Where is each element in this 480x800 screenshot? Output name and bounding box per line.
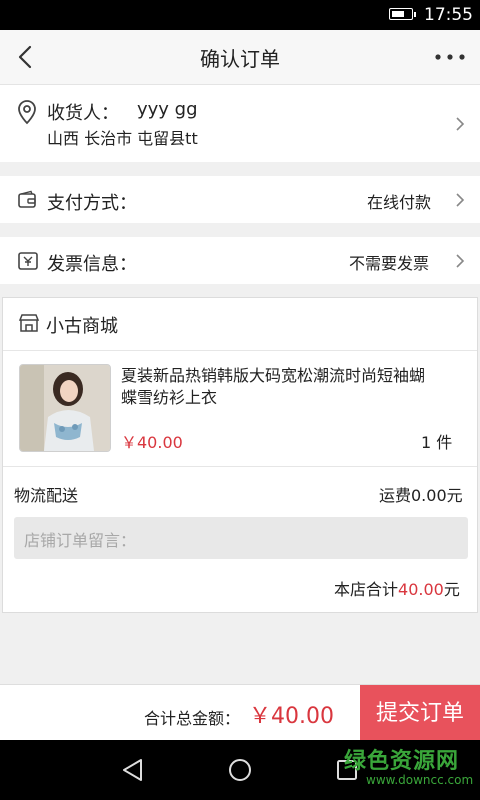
recipient-label: 收货人： <box>47 99 119 125</box>
payment-label: 支付方式： <box>47 189 137 215</box>
recipient-address: 山西 长治市 屯留县tt <box>47 125 198 149</box>
invoice-info-row[interactable]: 发票信息： 不需要发票 <box>0 237 480 284</box>
product-image <box>20 365 110 451</box>
product-title-line2[interactable]: 蝶雪纺衫上衣 <box>121 384 217 408</box>
checkout-bar: 合计总金额： ￥40.00 提交订单 <box>0 684 480 740</box>
payment-value: 在线付款 <box>367 189 431 213</box>
shipping-fee: 运费0.00元 <box>379 482 463 506</box>
subtotal-value: 40.00 <box>398 580 444 599</box>
total-label: 合计总金额： <box>144 705 240 729</box>
wallet-icon <box>17 190 37 210</box>
nav-back-icon[interactable] <box>120 757 146 783</box>
chevron-right-icon <box>454 115 466 133</box>
status-bar: 17:55 <box>0 0 480 30</box>
payment-method-row[interactable]: 支付方式： 在线付款 <box>0 176 480 223</box>
watermark-url: www.downcc.com <box>366 773 473 787</box>
chevron-right-icon <box>454 191 466 209</box>
order-note-input[interactable]: 店铺订单留言： <box>14 517 468 559</box>
watermark-title: 绿色资源网 <box>344 743 459 775</box>
shipping-label: 物流配送 <box>14 482 78 506</box>
recipient-name: yyy gg <box>137 99 198 120</box>
store-icon <box>18 313 40 333</box>
subtotal-label: 本店合计 <box>334 580 398 599</box>
subtotal-unit: 元 <box>444 580 460 599</box>
location-pin-icon <box>17 99 37 125</box>
invoice-icon <box>17 250 39 272</box>
divider <box>3 350 477 351</box>
nav-home-icon[interactable] <box>227 757 253 783</box>
page-title: 确认订单 <box>0 43 480 72</box>
battery-icon <box>389 8 413 20</box>
product-title-line1[interactable]: 夏装新品热销韩版大码宽松潮流时尚短袖蝴 <box>121 362 425 386</box>
product-price: ￥40.00 <box>121 429 183 453</box>
more-dots-icon[interactable] <box>432 44 468 70</box>
submit-order-button[interactable]: 提交订单 <box>360 685 480 741</box>
invoice-label: 发票信息： <box>47 250 137 276</box>
product-quantity: 1 件 <box>421 429 452 453</box>
status-time: 17:55 <box>424 5 473 25</box>
chevron-right-icon <box>454 252 466 270</box>
store-subtotal: 本店合计40.00元 <box>334 576 460 600</box>
divider <box>3 466 477 467</box>
product-thumbnail[interactable] <box>19 364 111 452</box>
total-amount: ￥40.00 <box>249 698 334 730</box>
address-card[interactable]: 收货人： yyy gg 山西 长治市 屯留县tt <box>0 85 480 162</box>
store-order-card: 小古商城 夏装新品热销韩版大码宽松潮流时尚短袖蝴 蝶雪纺衫上衣 ￥40.00 1… <box>2 297 478 613</box>
app-header: 确认订单 <box>0 30 480 85</box>
order-note-placeholder: 店铺订单留言： <box>24 531 136 550</box>
invoice-value: 不需要发票 <box>349 250 429 274</box>
store-name: 小古商城 <box>46 312 118 338</box>
battery-level-fill <box>392 11 404 17</box>
